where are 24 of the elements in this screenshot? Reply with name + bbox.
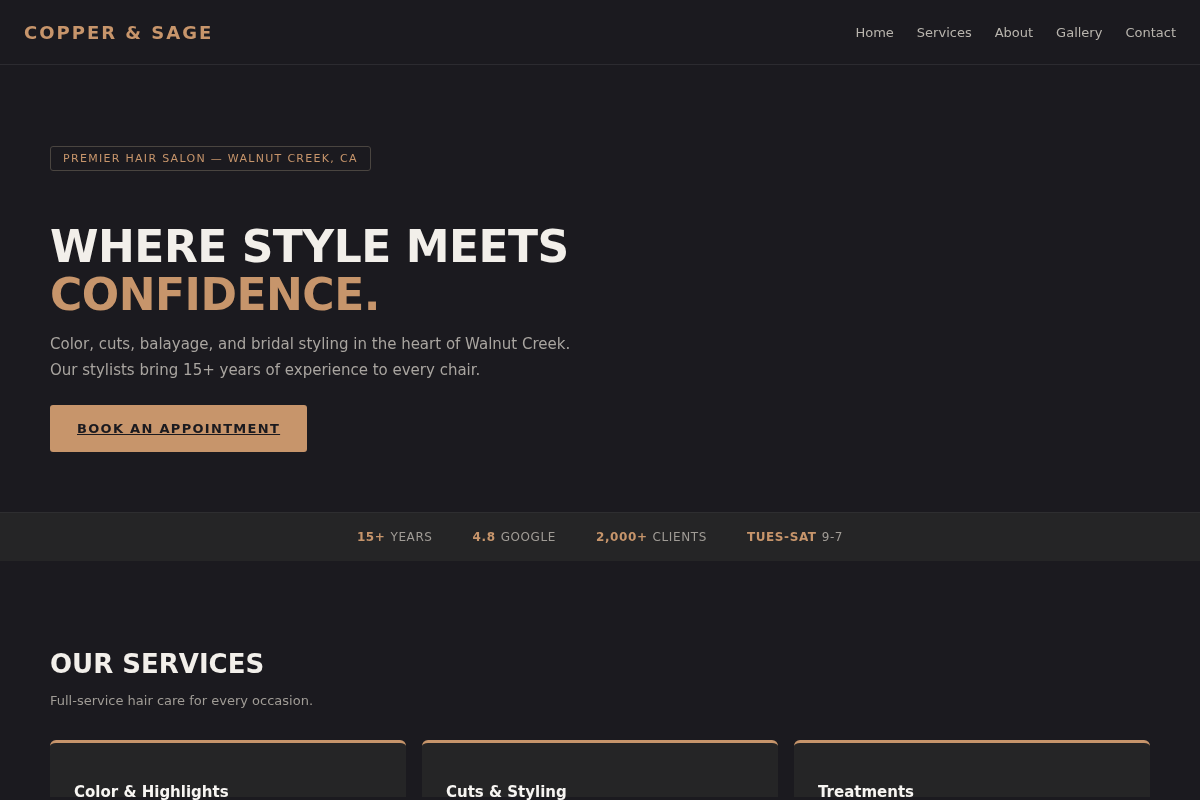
card-title: Treatments (818, 783, 916, 800)
stat-label: GOOGLE (500, 530, 556, 544)
hero-title: WHERE STYLE MEETS (50, 223, 570, 271)
section-subtitle: Full-service hair care for every occasion. (50, 693, 314, 708)
book-appointment-button[interactable]: BOOK AN APPOINTMENT (50, 405, 308, 452)
hero-title-accent: CONFIDENCE. (50, 271, 381, 319)
stat-value: 4.8 (472, 530, 496, 544)
stat-value: 2,000+ (596, 530, 648, 544)
hero-description: Color, cuts, balayage, and bridal styling in the heart of Walnut Creek. Our stylists bring 15+ years of experience to every chair. (50, 334, 572, 381)
stat-value: TUES-SAT (746, 530, 817, 544)
stat-label: CLIENTS (652, 530, 707, 544)
nav-link[interactable]: About (994, 24, 1034, 40)
stat-label: YEARS (390, 530, 433, 544)
location-badge: PREMIER HAIR SALON — WALNUT CREEK, CA (50, 146, 371, 171)
nav-link[interactable]: Home (855, 24, 894, 40)
card-title: Cuts & Styling (446, 783, 568, 800)
card-title: Color & Highlights (74, 783, 230, 800)
stat-value: 15+ (356, 530, 386, 544)
section-title: OUR SERVICES (50, 649, 266, 679)
nav-link[interactable]: Gallery (1056, 24, 1103, 40)
nav-link[interactable]: Services (916, 24, 972, 40)
brand-logo: COPPER & SAGE (24, 21, 214, 43)
stat-label: 9-7 (821, 530, 844, 544)
nav-link[interactable]: Contact (1125, 24, 1176, 40)
